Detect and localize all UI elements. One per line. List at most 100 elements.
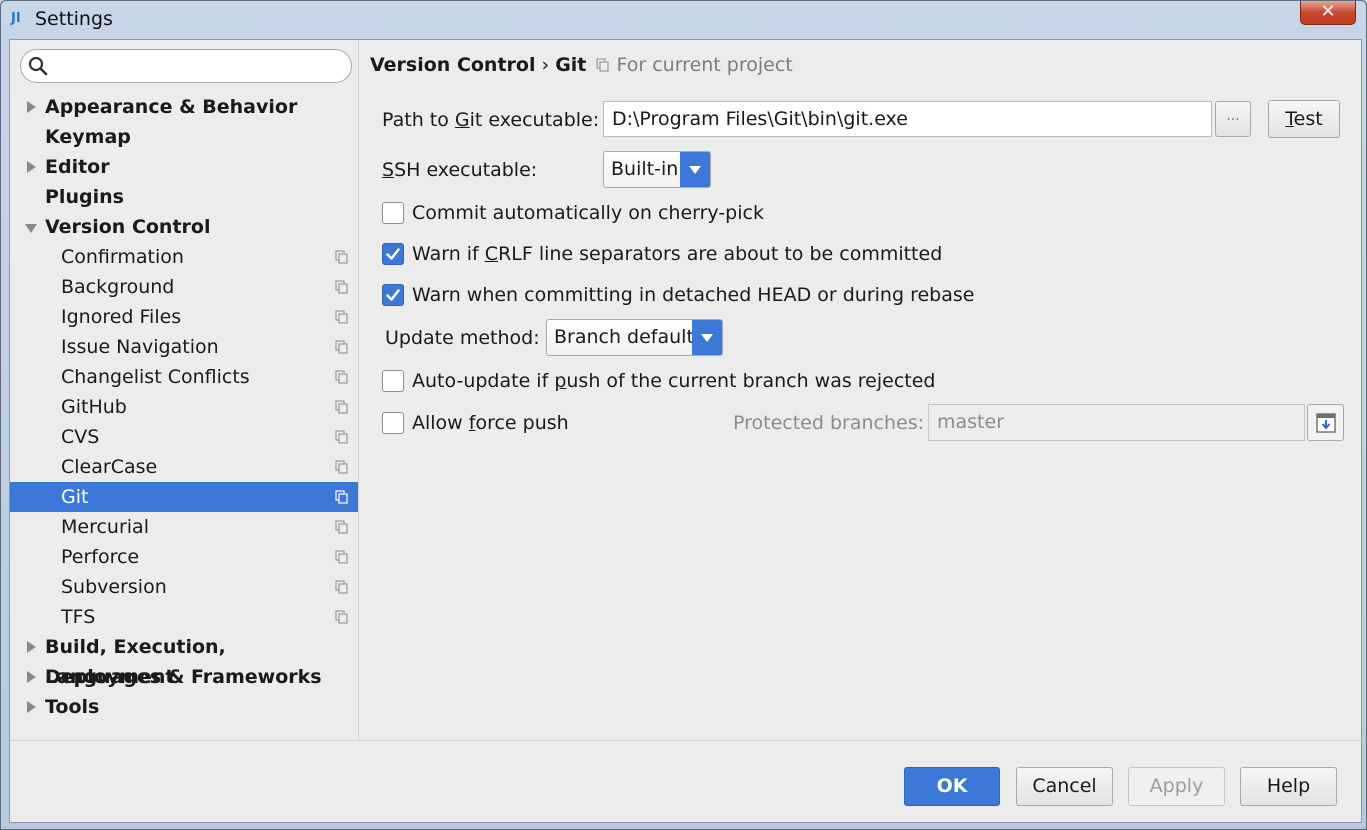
update-method-select[interactable]: Branch default — [546, 319, 723, 356]
sidebar-item-tools[interactable]: Tools — [10, 692, 358, 722]
chevron-right-icon[interactable] — [27, 701, 36, 713]
chevron-down-icon[interactable] — [680, 152, 710, 187]
warn-crlf-pre: Warn if — [412, 243, 485, 265]
allow-force-push-checkbox[interactable] — [382, 412, 404, 434]
help-button[interactable]: Help — [1240, 767, 1337, 806]
sidebar-item-languages-frameworks[interactable]: Languages & Frameworks — [10, 662, 358, 692]
test-button-label: est — [1293, 108, 1323, 130]
expand-field-button[interactable] — [1307, 404, 1344, 441]
git-path-label-pre: Path to — [382, 109, 455, 131]
git-path-label-mnemonic: G — [454, 109, 470, 131]
chevron-down-icon[interactable] — [25, 224, 37, 233]
sidebar-item-label: ClearCase — [61, 456, 158, 478]
ssh-executable-select[interactable]: Built-in — [603, 151, 711, 188]
dialog-button-bar: OK Cancel Apply Help — [10, 740, 1363, 824]
git-settings-panel: Version Control › Git For current projec… — [360, 40, 1363, 740]
commit-cherry-pick-label: Commit automatically on cherry-pick — [412, 202, 764, 224]
test-button[interactable]: Test — [1268, 100, 1340, 138]
project-level-icon — [335, 580, 348, 594]
sidebar-item-label: Confirmation — [61, 246, 184, 268]
project-level-icon — [335, 490, 348, 504]
sidebar-item-tfs[interactable]: TFS — [10, 602, 358, 632]
sidebar-item-mercurial[interactable]: Mercurial — [10, 512, 358, 542]
sidebar-item-label: Changelist Conflicts — [61, 366, 250, 388]
sidebar-item-github[interactable]: GitHub — [10, 392, 358, 422]
settings-sidebar: Appearance & Behavior Keymap Editor Plugins… — [10, 40, 359, 740]
project-level-icon — [335, 430, 348, 444]
project-level-icon — [335, 280, 348, 294]
sidebar-item-perforce[interactable]: Perforce — [10, 542, 358, 572]
sidebar-item-label: GitHub — [61, 396, 127, 418]
cancel-button[interactable]: Cancel — [1016, 767, 1113, 806]
sidebar-item-version-control[interactable]: Version Control — [10, 212, 358, 242]
protected-branches-input[interactable]: master — [928, 404, 1305, 441]
settings-window: JI Settings ✕ Appearance & Behavior Keyma… — [0, 0, 1367, 830]
sidebar-item-label: Perforce — [61, 546, 140, 568]
project-level-icon — [335, 610, 348, 624]
chevron-down-icon[interactable] — [692, 320, 722, 355]
git-path-input[interactable]: D:\Program Files\Git\bin\git.exe — [603, 101, 1212, 137]
sidebar-item-changelist-conflicts[interactable]: Changelist Conflicts — [10, 362, 358, 392]
warn-detached-head-checkbox[interactable] — [382, 284, 404, 306]
close-button[interactable]: ✕ — [1300, 1, 1356, 25]
auto-update-label: Auto-update if push of the current branc… — [412, 370, 935, 392]
test-button-mnemonic: T — [1285, 108, 1294, 130]
sidebar-item-subversion[interactable]: Subversion — [10, 572, 358, 602]
project-level-icon — [335, 550, 348, 564]
sidebar-item-ignored-files[interactable]: Ignored Files — [10, 302, 358, 332]
commit-cherry-pick-checkbox[interactable] — [382, 202, 404, 224]
auto-update-pre: Auto-update if — [412, 370, 555, 392]
dialog-client: Appearance & Behavior Keymap Editor Plugins… — [9, 39, 1363, 824]
force-push-post: orce push — [475, 412, 569, 434]
sidebar-item-editor[interactable]: Editor — [10, 152, 358, 182]
chevron-right-icon[interactable] — [27, 101, 36, 113]
sidebar-item-cvs[interactable]: CVS — [10, 422, 358, 452]
protected-branches-label: Protected branches: — [733, 412, 925, 434]
browse-button[interactable]: ... — [1215, 101, 1251, 137]
auto-update-post: ush of the current branch was rejected — [566, 370, 936, 392]
breadcrumb-scope-note: For current project — [616, 54, 793, 76]
project-level-icon — [335, 340, 348, 354]
ok-button[interactable]: OK — [904, 767, 1000, 806]
project-level-icon — [335, 310, 348, 324]
warn-crlf-label: Warn if CRLF line separators are about t… — [412, 243, 942, 265]
force-push-pre: Allow — [412, 412, 469, 434]
sidebar-item-confirmation[interactable]: Confirmation — [10, 242, 358, 272]
update-method-label: Update method: — [385, 327, 540, 349]
sidebar-item-background[interactable]: Background — [10, 272, 358, 302]
sidebar-item-label: Languages & Frameworks — [45, 666, 322, 688]
sidebar-item-appearance-behavior[interactable]: Appearance & Behavior — [10, 92, 358, 122]
sidebar-item-clearcase[interactable]: ClearCase — [10, 452, 358, 482]
chevron-right-icon[interactable] — [27, 161, 36, 173]
project-scope-icon — [596, 58, 610, 72]
breadcrumb-separator: › — [541, 54, 550, 76]
search-input[interactable] — [20, 49, 352, 83]
sidebar-item-label: Appearance & Behavior — [45, 96, 298, 118]
breadcrumb-parent: Version Control — [370, 54, 536, 76]
apply-button[interactable]: Apply — [1128, 767, 1225, 806]
ssh-label-mnemonic: S — [382, 159, 395, 181]
ssh-selected-value: Built-in — [611, 158, 679, 180]
title-bar: JI Settings ✕ — [1, 1, 1366, 39]
sidebar-item-keymap[interactable]: Keymap — [10, 122, 358, 152]
sidebar-item-label: Tools — [45, 696, 100, 718]
sidebar-item-label: Version Control — [45, 216, 211, 238]
app-logo-icon: JI — [11, 11, 21, 26]
sidebar-item-label: Background — [61, 276, 175, 298]
sidebar-item-label: TFS — [61, 606, 96, 628]
auto-update-checkbox[interactable] — [382, 370, 404, 392]
sidebar-item-issue-navigation[interactable]: Issue Navigation — [10, 332, 358, 362]
warn-crlf-checkbox[interactable] — [382, 243, 404, 265]
sidebar-item-build-execution-deployment[interactable]: Build, Execution, Deployment — [10, 632, 358, 688]
sidebar-item-label: Keymap — [45, 126, 131, 148]
search-icon — [28, 56, 48, 76]
allow-force-push-label: Allow force push — [412, 412, 569, 434]
sidebar-item-plugins[interactable]: Plugins — [10, 182, 358, 212]
update-method-selected-value: Branch default — [554, 326, 694, 348]
git-path-label-post: it executable: — [469, 109, 600, 131]
sidebar-item-git[interactable]: Git — [10, 482, 358, 512]
chevron-right-icon[interactable] — [27, 671, 36, 683]
project-level-icon — [335, 520, 348, 534]
project-level-icon — [335, 250, 348, 264]
chevron-right-icon[interactable] — [27, 641, 36, 653]
